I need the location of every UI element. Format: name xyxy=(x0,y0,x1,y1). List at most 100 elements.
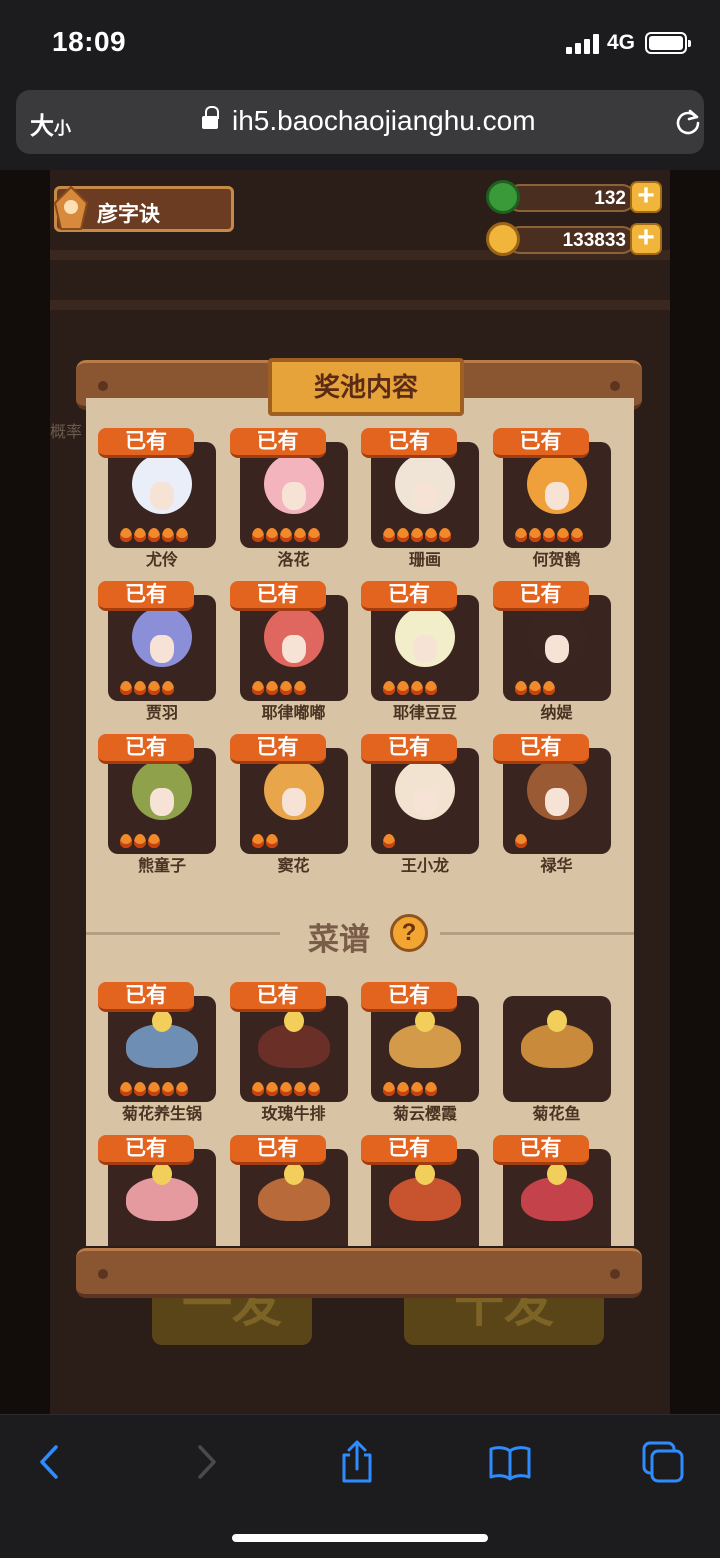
flame-icon xyxy=(120,1082,132,1096)
rarity-flames xyxy=(120,834,162,850)
coin-bar: 133833 xyxy=(506,226,636,254)
owned-badge: 已有 xyxy=(229,428,326,458)
back-icon[interactable] xyxy=(28,1439,74,1485)
nail xyxy=(610,381,620,391)
flame-icon xyxy=(383,834,395,848)
tabs-icon[interactable] xyxy=(640,1439,686,1485)
battery-icon xyxy=(645,32,691,54)
help-icon[interactable]: ? xyxy=(390,914,428,952)
flame-icon xyxy=(279,681,292,695)
modal-title-plaque: 奖池内容 xyxy=(268,358,464,416)
flame-icon xyxy=(293,1082,306,1096)
character-name: 窦花 xyxy=(277,858,310,875)
phone-screen: 18:09 4G 大小 ih5.baochaojianghu.com 概率 一发… xyxy=(0,0,720,1558)
flame-icon xyxy=(251,528,264,542)
flame-icon xyxy=(397,1082,409,1096)
character-image xyxy=(526,607,587,667)
flame-icon xyxy=(293,528,306,542)
character-image xyxy=(263,454,324,514)
flame-icon xyxy=(514,681,527,695)
flame-icon xyxy=(251,834,264,848)
flame-icon xyxy=(265,528,278,542)
game-canvas[interactable]: 概率 一发 十发 彦字诀 132 + 133833 + 已有 尤伶已有 洛花 已… xyxy=(0,170,720,1414)
flame-icon xyxy=(307,1082,320,1096)
rarity-flames xyxy=(251,834,280,850)
owned-badge: 已有 xyxy=(361,734,457,764)
reload-icon[interactable] xyxy=(674,108,702,136)
dish-image xyxy=(257,1010,330,1068)
dish-image xyxy=(389,1163,461,1221)
url-text[interactable]: ih5.baochaojianghu.com xyxy=(232,105,536,137)
character-name: 洛花 xyxy=(277,552,310,569)
flame-icon xyxy=(556,528,569,542)
recipe-portrait xyxy=(502,996,611,1102)
owned-badge: 已有 xyxy=(229,734,326,764)
flame-icon xyxy=(411,681,423,695)
character-name: 耶律豆豆 xyxy=(392,705,457,722)
flame-icon xyxy=(176,528,188,542)
owned-badge: 已有 xyxy=(361,982,457,1012)
rarity-flames xyxy=(251,681,308,697)
rarity-flames xyxy=(514,528,585,544)
player-name: 彦字诀 xyxy=(97,203,160,226)
forward-icon[interactable] xyxy=(182,1439,228,1485)
dish-image xyxy=(389,1010,461,1068)
text-size-button[interactable]: 大小 xyxy=(30,106,71,141)
flame-icon xyxy=(134,1082,146,1096)
flame-icon xyxy=(542,681,555,695)
dish-image xyxy=(520,1163,593,1221)
character-image xyxy=(526,760,587,820)
nail xyxy=(610,1269,620,1279)
recipe-grid: 已有 菊花养生锅 已有 玫瑰牛排 已有 菊云樱霞 菊花鱼 已有 已有 已有 已有 xyxy=(98,982,624,1246)
flame-icon xyxy=(148,834,160,848)
flame-icon xyxy=(162,1082,174,1096)
owned-badge: 已有 xyxy=(229,1135,326,1165)
dish-image xyxy=(126,1010,198,1068)
character-name: 王小龙 xyxy=(400,858,449,875)
flame-icon xyxy=(176,1082,188,1096)
flame-icon xyxy=(265,834,278,848)
flame-icon xyxy=(148,1082,160,1096)
character-name: 贾羽 xyxy=(145,705,178,722)
share-icon[interactable] xyxy=(334,1439,380,1485)
coin-counter: 133833 + xyxy=(486,222,662,256)
rarity-flames xyxy=(383,681,439,697)
modal-title: 奖池内容 xyxy=(313,372,418,402)
rarity-flames xyxy=(120,528,190,544)
divider-line xyxy=(440,932,634,935)
character-image xyxy=(526,454,587,514)
recipe-name: 菊云樱霞 xyxy=(392,1106,457,1123)
recipe-divider: 菜谱 ? xyxy=(86,910,634,960)
rarity-flames xyxy=(514,681,557,697)
player-name-plate[interactable]: 彦字诀 xyxy=(53,185,234,232)
recipe-name: 菊花鱼 xyxy=(532,1106,581,1123)
dish-image xyxy=(520,1010,593,1068)
player-avatar-icon xyxy=(53,185,89,230)
bookmarks-icon[interactable] xyxy=(487,1439,533,1485)
owned-badge: 已有 xyxy=(229,581,326,611)
character-name: 耶律嘟嘟 xyxy=(261,705,326,722)
rarity-flames xyxy=(383,528,453,544)
flame-icon xyxy=(397,681,409,695)
flame-icon xyxy=(528,681,541,695)
address-bar[interactable]: 大小 ih5.baochaojianghu.com xyxy=(16,90,704,154)
flame-icon xyxy=(570,528,583,542)
character-image xyxy=(132,607,192,667)
flame-icon xyxy=(265,681,278,695)
prize-pool-panel[interactable]: 已有 尤伶 已有 洛花 已有 珊画 已有 何贺鹤 已有 贾羽 已有 耶律嘟嘟 已有 耶律豆豆 已有 纳媞 已有熊… xyxy=(86,398,634,1246)
add-jade-button[interactable]: + xyxy=(630,181,662,213)
character-image xyxy=(395,607,455,667)
jade-bar: 132 xyxy=(506,184,636,212)
flame-icon xyxy=(397,528,409,542)
owned-badge: 已有 xyxy=(98,428,194,458)
owned-badge: 已有 xyxy=(492,1135,589,1165)
flame-icon xyxy=(383,681,395,695)
background-rail xyxy=(50,300,670,310)
scroll-bottom-rod xyxy=(76,1248,642,1298)
coin-icon xyxy=(486,222,520,256)
nail xyxy=(98,381,108,391)
dish-image xyxy=(126,1163,198,1221)
character-name: 禄华 xyxy=(540,858,573,875)
flame-icon xyxy=(293,681,306,695)
add-coins-button[interactable]: + xyxy=(630,223,662,255)
